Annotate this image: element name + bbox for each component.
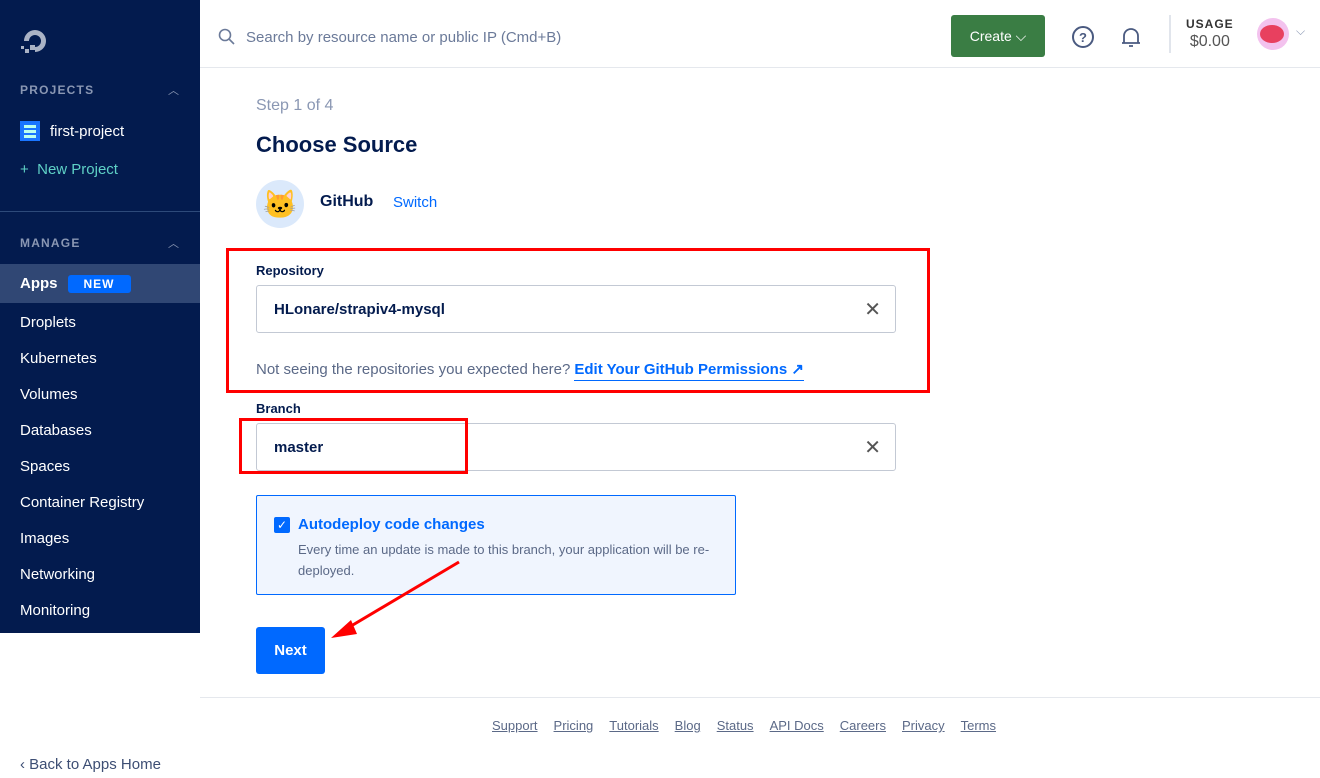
annotation-highlight: [239, 418, 468, 474]
back-label: Back to Apps Home: [29, 756, 161, 773]
footer-links: Support Pricing Tutorials Blog Status AP…: [492, 718, 996, 733]
project-icon: [20, 121, 40, 141]
projects-heading: PROJECTS: [20, 83, 95, 97]
step-indicator: Step 1 of 4: [256, 97, 334, 114]
repository-value: HLonare/strapiv4-mysql: [274, 300, 445, 318]
create-button[interactable]: Create ⌵: [951, 15, 1045, 57]
help-icon[interactable]: ?: [1071, 25, 1095, 49]
divider: [0, 211, 200, 212]
chevron-down-icon: ⌵: [1011, 27, 1027, 44]
footer-link-blog[interactable]: Blog: [675, 718, 701, 733]
sidebar-item-volumes[interactable]: Volumes: [0, 376, 200, 412]
footer-link-api-docs[interactable]: API Docs: [770, 718, 824, 733]
clear-icon[interactable]: ✕: [864, 435, 881, 460]
sidebar-item-networking[interactable]: Networking: [0, 556, 200, 592]
source-name: GitHub: [320, 193, 374, 210]
sidebar-item-monitoring[interactable]: Monitoring: [0, 592, 200, 628]
page-title: Choose Source: [256, 132, 418, 157]
usage-value: $0.00: [1189, 33, 1230, 50]
new-project-label: New Project: [37, 161, 118, 178]
plus-icon: +: [20, 161, 38, 178]
branch-label: Branch: [256, 401, 301, 416]
nav-label: Apps: [20, 275, 58, 292]
hint-text: Not seeing the repositories you expected…: [256, 361, 571, 378]
github-octocat-icon: 🐱: [256, 180, 304, 228]
chevron-left-icon: ‹: [20, 756, 30, 773]
autodeploy-title[interactable]: Autodeploy code changes: [298, 516, 485, 533]
footer-link-status[interactable]: Status: [717, 718, 754, 733]
search-input[interactable]: Search by resource name or public IP (Cm…: [218, 28, 561, 46]
sidebar-project-first-project[interactable]: first-project: [20, 121, 124, 141]
sidebar-item-databases[interactable]: Databases: [0, 412, 200, 448]
sidebar-item-images[interactable]: Images: [0, 520, 200, 556]
next-button[interactable]: Next: [256, 627, 325, 674]
sidebar-item-container-registry[interactable]: Container Registry: [0, 484, 200, 520]
collapse-projects-icon[interactable]: ︿: [168, 82, 179, 98]
edit-github-permissions-link[interactable]: Edit Your GitHub Permissions ↗: [574, 361, 804, 381]
divider: [1169, 15, 1171, 53]
top-bar: Search by resource name or public IP (Cm…: [200, 0, 1320, 68]
collapse-manage-icon[interactable]: ︿: [168, 235, 179, 251]
new-badge: NEW: [67, 274, 131, 293]
bell-icon[interactable]: [1119, 25, 1143, 49]
sidebar-item-apps[interactable]: Apps NEW: [0, 264, 200, 303]
sidebar: PROJECTS ︿ first-project + New Project M…: [0, 0, 200, 633]
new-project-link[interactable]: + New Project: [20, 161, 118, 178]
usage-display[interactable]: USAGE $0.00: [1186, 17, 1234, 51]
footer-link-careers[interactable]: Careers: [840, 718, 886, 733]
annotation-arrow-icon: [331, 560, 460, 638]
divider: [200, 697, 1320, 698]
create-label: Create: [969, 28, 1012, 44]
project-label: first-project: [50, 122, 125, 140]
search-placeholder: Search by resource name or public IP (Cm…: [246, 28, 562, 46]
autodeploy-checkbox[interactable]: ✓: [274, 517, 290, 533]
clear-icon[interactable]: ✕: [864, 297, 881, 322]
usage-label: USAGE: [1186, 17, 1234, 31]
sidebar-item-kubernetes[interactable]: Kubernetes: [0, 340, 200, 376]
footer-link-tutorials[interactable]: Tutorials: [609, 718, 658, 733]
repository-input[interactable]: HLonare/strapiv4-mysql ✕: [256, 285, 896, 333]
switch-source-link[interactable]: Switch: [393, 194, 437, 211]
back-to-apps-home-link[interactable]: ‹ Back to Apps Home: [20, 756, 161, 773]
manage-heading: MANAGE: [20, 236, 81, 250]
search-icon: [218, 28, 235, 45]
sidebar-item-droplets[interactable]: Droplets: [0, 304, 200, 340]
footer-link-pricing[interactable]: Pricing: [554, 718, 594, 733]
permissions-hint: Not seeing the repositories you expected…: [256, 360, 804, 381]
footer-link-terms[interactable]: Terms: [961, 718, 996, 733]
repository-label: Repository: [256, 263, 324, 278]
avatar[interactable]: [1257, 18, 1289, 50]
chevron-down-icon[interactable]: ⌵: [1296, 24, 1305, 39]
footer-link-support[interactable]: Support: [492, 718, 538, 733]
footer-link-privacy[interactable]: Privacy: [902, 718, 945, 733]
sidebar-item-spaces[interactable]: Spaces: [0, 448, 200, 484]
digitalocean-logo-icon[interactable]: [20, 26, 50, 54]
svg-text:?: ?: [1079, 30, 1087, 45]
